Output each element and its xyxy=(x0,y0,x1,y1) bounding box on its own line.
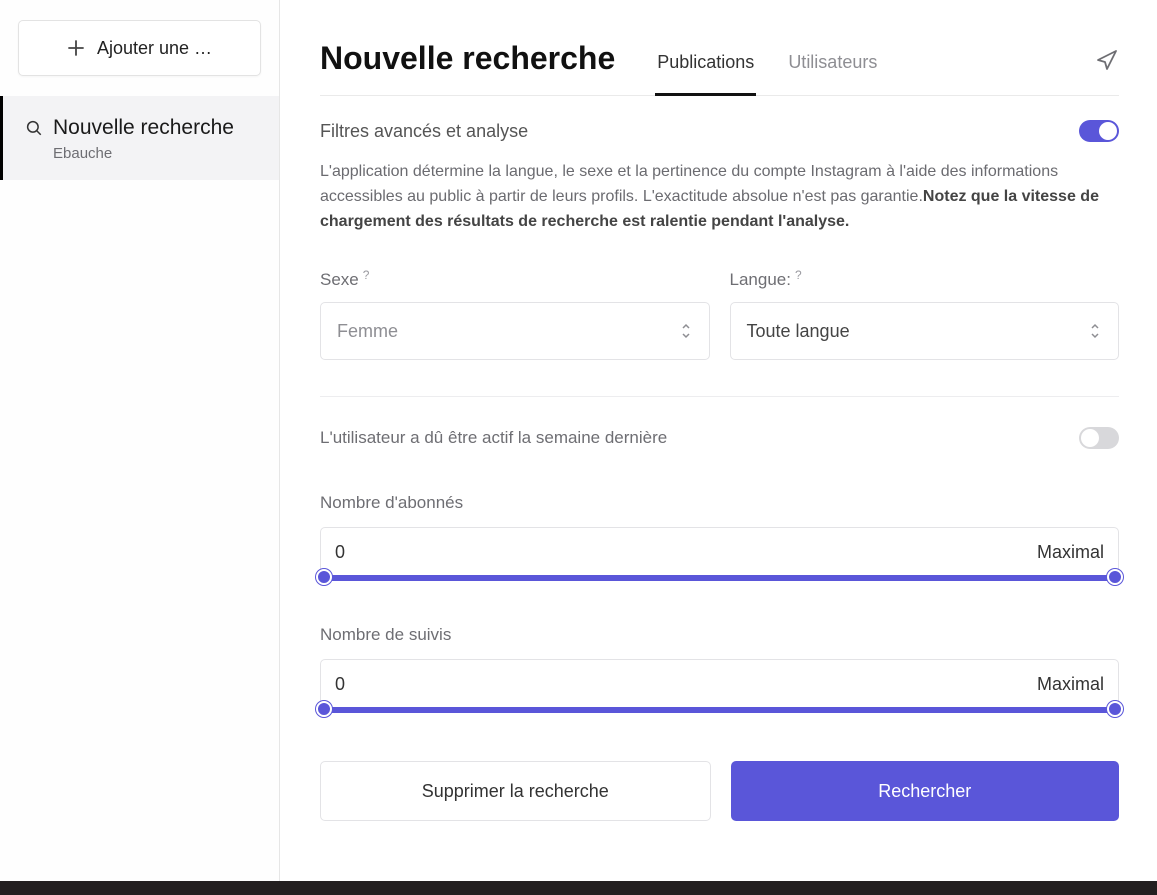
send-button[interactable] xyxy=(1095,48,1119,95)
caret-icon xyxy=(1088,321,1102,341)
language-select[interactable]: Toute langue xyxy=(730,302,1120,360)
followers-max: Maximal xyxy=(1037,542,1104,563)
sex-value: Femme xyxy=(337,321,398,342)
followers-slider[interactable] xyxy=(320,575,1119,581)
sidebar-item-title: Nouvelle recherche xyxy=(53,116,234,140)
taskbar xyxy=(0,881,1157,895)
sidebar: Ajouter une … Nouvelle recherche Ebauche xyxy=(0,0,280,895)
activity-toggle[interactable] xyxy=(1079,427,1119,449)
following-handle-max[interactable] xyxy=(1107,701,1123,717)
sex-label: Sexe xyxy=(320,270,359,290)
filters-toggle[interactable] xyxy=(1079,120,1119,142)
following-slider[interactable] xyxy=(320,707,1119,713)
search-button[interactable]: Rechercher xyxy=(731,761,1120,821)
language-label: Langue: xyxy=(730,270,791,290)
sidebar-search-item[interactable]: Nouvelle recherche Ebauche xyxy=(0,96,279,180)
tabs: Publications Utilisateurs xyxy=(655,52,1065,95)
sidebar-item-subtitle: Ebauche xyxy=(53,145,257,162)
caret-icon xyxy=(679,321,693,341)
followers-min: 0 xyxy=(335,542,345,563)
followers-range-values: 0 Maximal xyxy=(320,527,1119,577)
filters-description: L'application détermine la langue, le se… xyxy=(320,160,1119,234)
tab-publications[interactable]: Publications xyxy=(655,52,756,96)
header: Nouvelle recherche Publications Utilisat… xyxy=(320,40,1119,96)
filters-title: Filtres avancés et analyse xyxy=(320,121,528,142)
followers-handle-max[interactable] xyxy=(1107,569,1123,585)
help-icon[interactable]: ? xyxy=(363,268,370,282)
followers-handle-min[interactable] xyxy=(316,569,332,585)
activity-label: L'utilisateur a dû être actif la semaine… xyxy=(320,428,667,448)
send-icon xyxy=(1095,48,1119,72)
following-label: Nombre de suivis xyxy=(320,625,1119,645)
search-icon xyxy=(25,119,43,137)
add-search-label: Ajouter une … xyxy=(97,38,212,59)
following-min: 0 xyxy=(335,674,345,695)
plus-icon xyxy=(67,39,85,57)
followers-label: Nombre d'abonnés xyxy=(320,493,1119,513)
following-handle-min[interactable] xyxy=(316,701,332,717)
add-search-button[interactable]: Ajouter une … xyxy=(18,20,261,76)
main-panel: Nouvelle recherche Publications Utilisat… xyxy=(280,0,1157,895)
tab-users[interactable]: Utilisateurs xyxy=(786,52,879,96)
following-range-values: 0 Maximal xyxy=(320,659,1119,709)
delete-search-button[interactable]: Supprimer la recherche xyxy=(320,761,711,821)
help-icon[interactable]: ? xyxy=(795,268,802,282)
following-max: Maximal xyxy=(1037,674,1104,695)
language-value: Toute langue xyxy=(747,321,850,342)
sex-select[interactable]: Femme xyxy=(320,302,710,360)
page-title: Nouvelle recherche xyxy=(320,40,615,95)
